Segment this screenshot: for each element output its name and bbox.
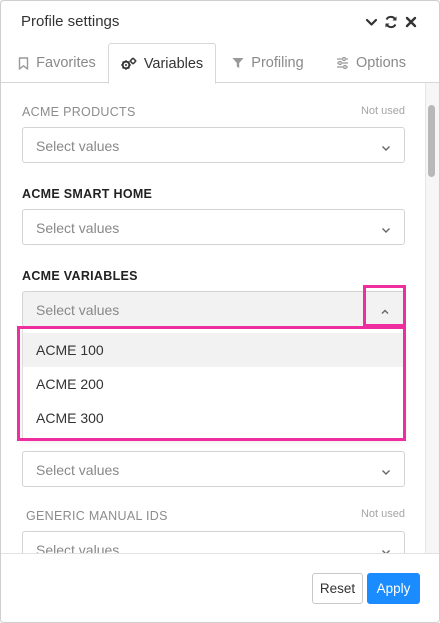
sliders-icon <box>336 57 349 69</box>
generic-manual-ids-status: Not used <box>360 508 405 520</box>
select-placeholder: Select values <box>36 302 120 318</box>
acme-smart-home-select[interactable]: Select values <box>22 209 405 245</box>
tab-bar: Favorites Variables Profiling Options <box>1 43 439 84</box>
tab-label: Favorites <box>36 55 96 71</box>
bookmark-icon <box>18 56 29 70</box>
profile-settings-panel: Profile settings Favorites Variables Pro… <box>0 0 440 623</box>
chevron-down-icon <box>380 465 392 477</box>
tab-label: Variables <box>143 55 204 72</box>
generic-manual-ids-select[interactable]: Select values <box>22 531 405 553</box>
tab-profiling[interactable]: Profiling <box>217 43 319 83</box>
acme-variables-select[interactable]: Select values <box>22 291 405 327</box>
panel-footer: Reset Apply <box>1 553 439 622</box>
apply-button[interactable]: Apply <box>367 573 420 604</box>
tab-variables[interactable]: Variables <box>108 43 216 84</box>
panel-header: Profile settings <box>1 1 439 43</box>
dropdown-option[interactable]: ACME 200 <box>23 367 404 401</box>
refresh-icon[interactable] <box>382 13 400 31</box>
dropdown-option[interactable]: ACME 100 <box>23 333 404 367</box>
select-placeholder: Select values <box>36 138 120 154</box>
close-icon[interactable] <box>402 13 420 31</box>
scrollbar-thumb[interactable] <box>428 105 435 177</box>
acme-variables-dropdown: ACME 100 ACME 200 ACME 300 <box>22 329 405 439</box>
tab-label: Profiling <box>251 55 304 71</box>
tab-options[interactable]: Options <box>321 43 421 83</box>
chevron-down-icon <box>380 545 392 553</box>
acme-smart-home-label: ACME SMART HOME <box>22 187 153 201</box>
panel-title: Profile settings <box>21 13 120 30</box>
values-select[interactable]: Select values <box>22 451 405 487</box>
chevron-down-icon <box>380 223 392 235</box>
acme-variables-label: ACME VARIABLES <box>22 269 138 283</box>
acme-products-label: ACME PRODUCTS <box>22 105 136 119</box>
acme-products-select[interactable]: Select values <box>22 127 405 163</box>
dropdown-option[interactable]: ACME 300 <box>23 401 404 435</box>
select-placeholder: Select values <box>36 462 120 478</box>
select-placeholder: Select values <box>36 220 120 236</box>
chevron-up-icon[interactable] <box>379 305 391 317</box>
filter-icon <box>232 57 244 69</box>
variables-content: ACME PRODUCTS Not used Select values ACM… <box>1 83 439 553</box>
acme-products-status: Not used <box>360 105 405 117</box>
chevron-down-icon <box>380 141 392 153</box>
generic-manual-ids-label: GENERIC MANUAL IDS <box>26 509 168 523</box>
reset-button[interactable]: Reset <box>312 573 363 604</box>
tab-label: Options <box>356 55 406 71</box>
chevron-down-icon[interactable] <box>362 13 380 31</box>
gears-icon <box>121 57 137 71</box>
select-placeholder: Select values <box>36 542 120 553</box>
tab-favorites[interactable]: Favorites <box>7 43 107 83</box>
